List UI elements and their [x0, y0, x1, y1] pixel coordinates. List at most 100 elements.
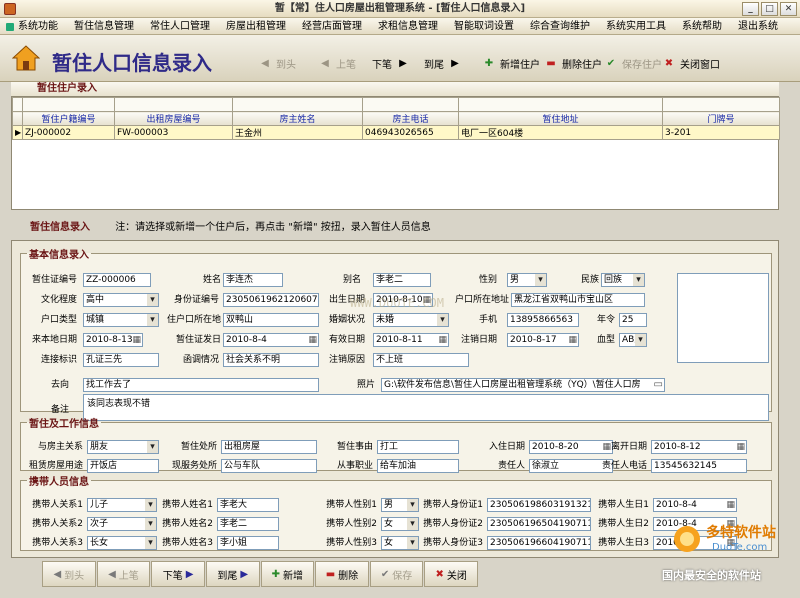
bottom-button-2[interactable]: 下笔 ▶	[151, 561, 205, 587]
menu-item-7[interactable]: 综合查询维护	[522, 18, 598, 35]
menu-item-10[interactable]: 退出系统	[730, 18, 786, 35]
carry-field-0-1[interactable]: 李老大	[217, 498, 279, 512]
basic-field-2-4[interactable]: 25	[619, 313, 647, 327]
work-field-1-0[interactable]: 开饭店	[87, 459, 159, 473]
work-label-0-2: 暂住事由	[336, 442, 373, 452]
basic-field-3-0[interactable]: 2010-8-13	[83, 333, 143, 347]
app-icon	[4, 3, 16, 15]
bottom-button-5[interactable]: ▬ 删除	[315, 561, 369, 587]
carry-field-1-3[interactable]: 230506196504190711	[487, 517, 591, 531]
grid-cell-0[interactable]: ZJ-000002	[22, 125, 115, 140]
grid-filter-row[interactable]	[12, 97, 780, 112]
menu-item-4[interactable]: 经营店面管理	[294, 18, 370, 35]
grid-cell-2[interactable]: 王金州	[232, 125, 363, 140]
grid-cell-4[interactable]: 电厂一区604楼	[458, 125, 663, 140]
minimize-button[interactable]: _	[742, 2, 759, 16]
work-label-1-1: 现服务处所	[171, 461, 217, 471]
carry-label-2-0: 携带人关系3	[32, 538, 83, 548]
bottom-icon-4: ✚	[271, 568, 280, 580]
carry-field-2-1[interactable]: 李小姐	[217, 536, 279, 550]
carry-field-0-0[interactable]: 儿子	[87, 498, 157, 512]
basic-field-3-2[interactable]: 2010-8-11	[373, 333, 449, 347]
menu-item-6[interactable]: 智能取词设置	[446, 18, 522, 35]
basic-field-3-1[interactable]: 2010-8-4	[223, 333, 319, 347]
watermark-url: WWW.DUOTE.COM	[350, 296, 444, 310]
basic-field-1-1[interactable]: 230506196212060711	[223, 293, 319, 307]
household-grid[interactable]: 暂住户籍编号 出租房屋编号 房主姓名 房主电话 暂住地址 门牌号 ▶ ZJ-000002 FW…	[11, 96, 780, 210]
carry-field-1-2[interactable]: 女	[381, 517, 419, 531]
menu-item-2[interactable]: 常住人口管理	[142, 18, 218, 35]
menu-item-8[interactable]: 系统实用工具	[598, 18, 674, 35]
basic-field-4-0[interactable]: 孔证三先	[83, 353, 159, 367]
bottom-button-6[interactable]: ✔ 保存	[369, 561, 424, 587]
work-field-0-1[interactable]: 出租房屋	[221, 440, 317, 454]
carry-field-0-3[interactable]: 230506198603191321	[487, 498, 591, 512]
carry-field-1-1[interactable]: 李老二	[217, 517, 279, 531]
grid-cell-5[interactable]: 3-201	[662, 125, 780, 140]
work-field-0-0[interactable]: 朋友	[87, 440, 159, 454]
basic-field-4-2[interactable]: 不上班	[373, 353, 469, 367]
basic-field-0-2[interactable]: 李老二	[373, 273, 431, 287]
basic-field-3-3[interactable]: 2010-8-17	[507, 333, 579, 347]
toolbar-button-1[interactable]: ◀ 上笔	[318, 55, 356, 71]
carry-field-0-2[interactable]: 男	[381, 498, 419, 512]
maximize-button[interactable]: □	[761, 2, 778, 16]
toolbar-button-4[interactable]: ✚ 新增住户	[482, 55, 540, 71]
basic-field-3-4[interactable]: AB型	[619, 333, 647, 347]
carry-field-2-2[interactable]: 女	[381, 536, 419, 550]
photo-path-field[interactable]: G:\软件发布信息\暂住人口房屋出租管理系统（YQ）\暂住人口房	[381, 378, 665, 392]
basic-label-2-1: 住户口所在地	[166, 315, 221, 325]
goto-field[interactable]: 找工作去了	[83, 378, 319, 392]
menu-item-0[interactable]: 系统功能	[4, 18, 66, 35]
carry-field-0-4[interactable]: 2010-8-4	[653, 498, 737, 512]
bottom-button-0[interactable]: ◀ 到头	[42, 561, 96, 587]
toolbar-button-7[interactable]: ✖ 关闭窗口	[662, 55, 720, 71]
work-field-1-1[interactable]: 公与车队	[221, 459, 317, 473]
toolbar-label-4: 新增住户	[500, 59, 540, 71]
basic-field-4-1[interactable]: 社会关系不明	[223, 353, 319, 367]
toolbar-button-2[interactable]: 下笔 ▶	[372, 55, 410, 71]
bottom-button-7[interactable]: ✖ 关闭	[424, 561, 478, 587]
toolbar-button-0[interactable]: ◀ 到头	[258, 55, 296, 71]
work-field-0-2[interactable]: 打工	[377, 440, 459, 454]
basic-field-0-4[interactable]: 回族	[601, 273, 645, 287]
column-header-4: 暂住地址	[458, 111, 663, 126]
grid-cell-1[interactable]: FW-000003	[114, 125, 233, 140]
basic-label-1-0: 文化程度	[40, 295, 77, 305]
toolbar-button-3[interactable]: 到尾 ▶	[424, 55, 462, 71]
basic-field-2-3[interactable]: 13895866563	[507, 313, 579, 327]
toolbar-button-6[interactable]: ✔ 保存住户	[604, 55, 662, 71]
carry-field-2-3[interactable]: 230506196604190711	[487, 536, 591, 550]
basic-label-0-3: 性别	[478, 275, 497, 285]
basic-field-2-0[interactable]: 城镇	[83, 313, 159, 327]
basic-field-0-0[interactable]: ZZ-000006	[83, 273, 151, 287]
toolbar-button-5[interactable]: ▬ 删除住户	[544, 55, 602, 71]
menu-item-1[interactable]: 暂住信息管理	[66, 18, 142, 35]
menu-item-3[interactable]: 房屋出租管理	[218, 18, 294, 35]
basic-field-2-1[interactable]: 双鸭山	[223, 313, 319, 327]
basic-field-1-3[interactable]: 黑龙江省双鸭山市宝山区	[511, 293, 645, 307]
work-field-0-4[interactable]: 2010-8-12	[651, 440, 747, 454]
grid-cell-3[interactable]: 046943026565	[362, 125, 459, 140]
bottom-button-4[interactable]: ✚ 新增	[260, 561, 315, 587]
bottom-button-3[interactable]: 到尾 ▶	[205, 561, 260, 587]
table-row[interactable]: ▶ ZJ-000002 FW-000003 王金州 046943026565 电厂一区60…	[12, 125, 780, 140]
basic-field-0-1[interactable]: 李连杰	[223, 273, 283, 287]
info-note: 注：请选择或新增一个住户后，再点击 "新增" 按扭，录入暂住人员信息	[115, 222, 431, 233]
close-button[interactable]: ✕	[780, 2, 797, 16]
work-field-1-4[interactable]: 13545632145	[651, 459, 747, 473]
bottom-button-1[interactable]: ◀ 上笔	[96, 561, 151, 587]
carry-field-2-0[interactable]: 长女	[87, 536, 157, 550]
toolbar-label-0: 到头	[276, 59, 296, 71]
work-field-1-2[interactable]: 给车加油	[377, 459, 459, 473]
carry-field-1-0[interactable]: 次子	[87, 517, 157, 531]
basic-field-2-2[interactable]: 未婚	[373, 313, 449, 327]
basic-label-3-2: 有效日期	[328, 335, 365, 345]
carry-label-0-0: 携带人关系1	[32, 500, 83, 510]
basic-field-0-3[interactable]: 男	[507, 273, 547, 287]
basic-field-1-0[interactable]: 高中	[83, 293, 159, 307]
photo-box[interactable]	[677, 273, 769, 363]
menu-item-5[interactable]: 求租信息管理	[370, 18, 446, 35]
work-label-1-0: 租赁房屋用途	[28, 461, 83, 471]
menu-item-9[interactable]: 系统帮助	[674, 18, 730, 35]
